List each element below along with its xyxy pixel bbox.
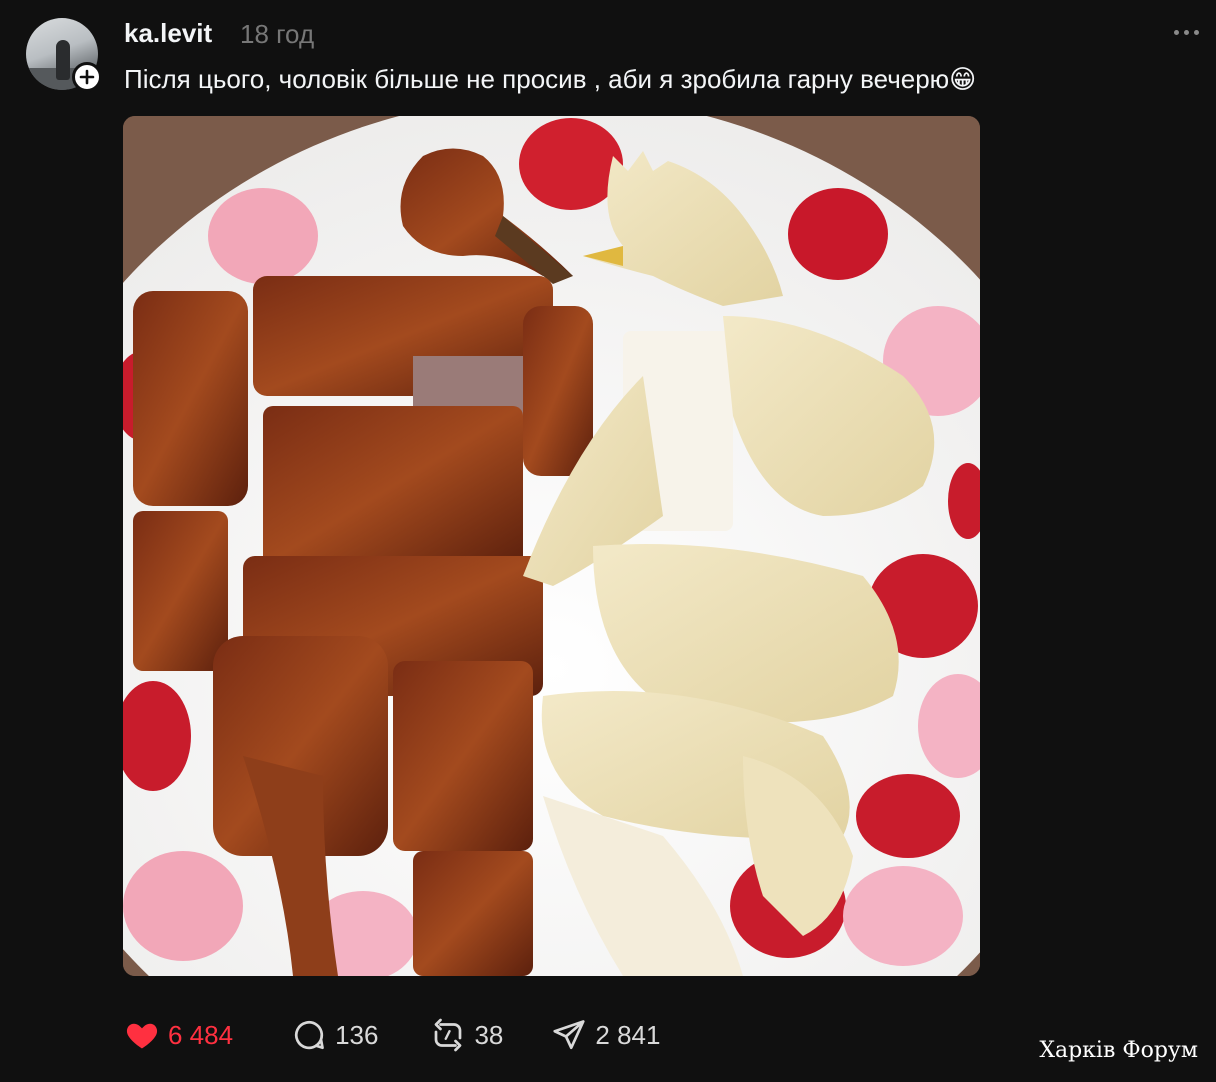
repost-icon [435,1018,462,1052]
comment-icon [294,1020,324,1050]
username[interactable]: ka.levit [124,18,212,49]
follow-plus-icon[interactable] [72,62,102,92]
repost-button[interactable]: 38 [430,1017,503,1053]
like-button[interactable]: 6 484 [124,1017,233,1053]
post-timestamp: 18 год [240,19,315,49]
like-count: 6 484 [168,1019,234,1050]
comment-count: 136 [335,1019,379,1050]
share-count: 2 841 [595,1019,661,1050]
post-text: Після цього, чоловік більше не просив , … [124,64,977,94]
share-button[interactable]: 2 841 [551,1017,660,1053]
action-bar: 6 484 136 38 2 841 [124,1014,660,1056]
repost-count: 38 [474,1019,504,1050]
watermark: Харків Форум [1039,1038,1198,1063]
post-image[interactable] [123,116,980,976]
avatar[interactable] [26,18,102,92]
send-icon [553,1020,585,1050]
more-options-icon[interactable] [1174,22,1204,42]
comment-button[interactable]: 136 [291,1017,378,1053]
heart-icon [126,1023,158,1049]
